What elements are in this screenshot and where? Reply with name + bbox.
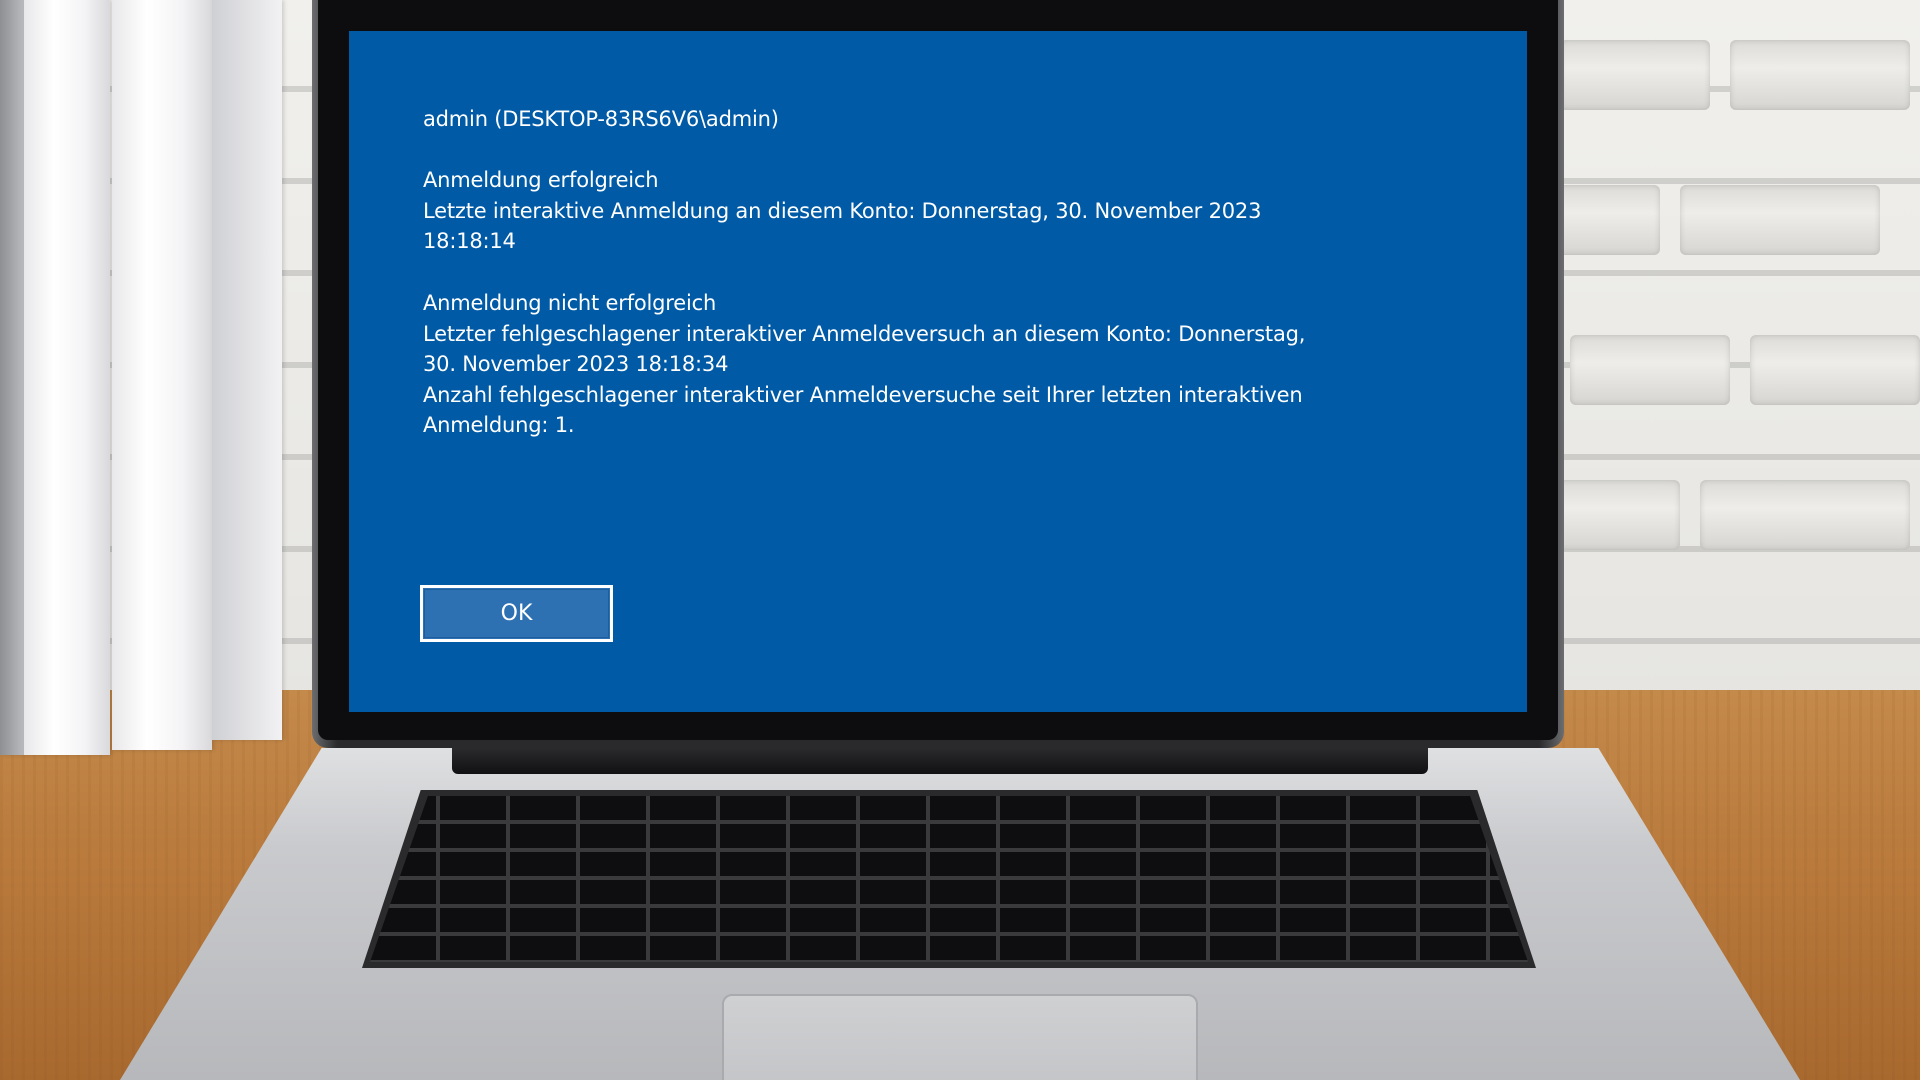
last-failed-time: 30. November 2023 18:18:34 — [423, 352, 729, 376]
failure-block: Anmeldung nicht erfolgreich Letzter fehl… — [423, 288, 1343, 441]
last-login-text: Letzte interaktive Anmeldung an diesem K… — [423, 198, 1262, 223]
failure-heading: Anmeldung nicht erfolgreich — [423, 291, 717, 315]
wall-brick-row — [1540, 335, 1920, 415]
last-login-time: 18:18:14 — [423, 229, 516, 253]
success-block: Anmeldung erfolgreich Letzte interaktive… — [423, 165, 1343, 257]
wall-brick — [1560, 40, 1710, 110]
wall-brick — [1750, 335, 1920, 405]
laptop-hinge — [452, 748, 1428, 774]
wall-brick-row — [1540, 40, 1920, 120]
wall-brick — [1730, 40, 1910, 110]
failed-count-text: Anzahl fehlgeschlagener interaktiver Anm… — [423, 382, 1303, 407]
ok-button-focus-ring — [424, 589, 609, 638]
last-failed-text: Letzter fehlgeschlagener interaktiver An… — [423, 321, 1306, 346]
book-spine — [24, 0, 110, 755]
wall-brick-row — [1540, 480, 1920, 560]
success-heading: Anmeldung erfolgreich — [423, 168, 659, 192]
account-name: admin (DESKTOP-83RS6V6\admin) — [423, 107, 779, 131]
login-info-screen: admin (DESKTOP-83RS6V6\admin) Anmeldung … — [349, 31, 1527, 712]
keyboard — [370, 796, 1528, 962]
wall-brick — [1700, 480, 1910, 550]
book-spine — [112, 0, 212, 750]
wall-brick-row — [1540, 185, 1920, 265]
ok-button[interactable]: OK — [420, 585, 613, 642]
wall-brick — [1570, 335, 1730, 405]
trackpad — [722, 994, 1198, 1080]
failed-count-value: Anmeldung: 1. — [423, 413, 575, 437]
book-spine — [0, 0, 24, 755]
account-line: admin (DESKTOP-83RS6V6\admin) — [423, 104, 1343, 135]
book-spine — [212, 0, 282, 740]
wall-brick — [1680, 185, 1880, 255]
